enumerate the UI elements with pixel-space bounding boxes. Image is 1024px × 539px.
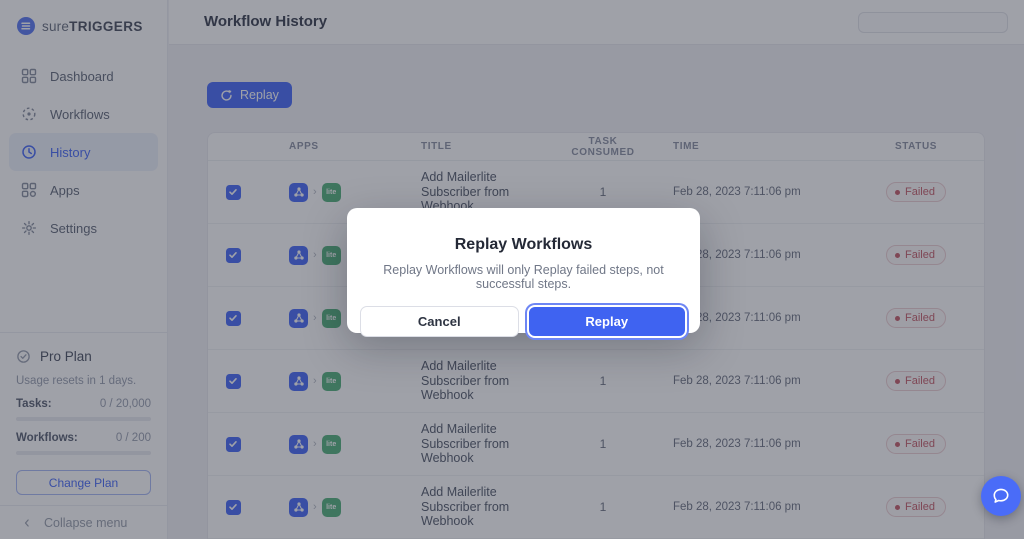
dialog-message: Replay Workflows will only Replay failed…	[383, 263, 664, 291]
dialog-actions: Cancel Replay	[347, 305, 700, 338]
chat-bubble-icon	[991, 486, 1011, 506]
dialog-title: Replay Workflows	[454, 236, 593, 253]
cancel-button[interactable]: Cancel	[360, 306, 519, 337]
chat-widget-button[interactable]	[981, 476, 1021, 516]
replay-confirm-button[interactable]: Replay	[526, 305, 687, 338]
replay-workflows-dialog: Replay Workflows Replay Workflows will o…	[347, 208, 700, 338]
